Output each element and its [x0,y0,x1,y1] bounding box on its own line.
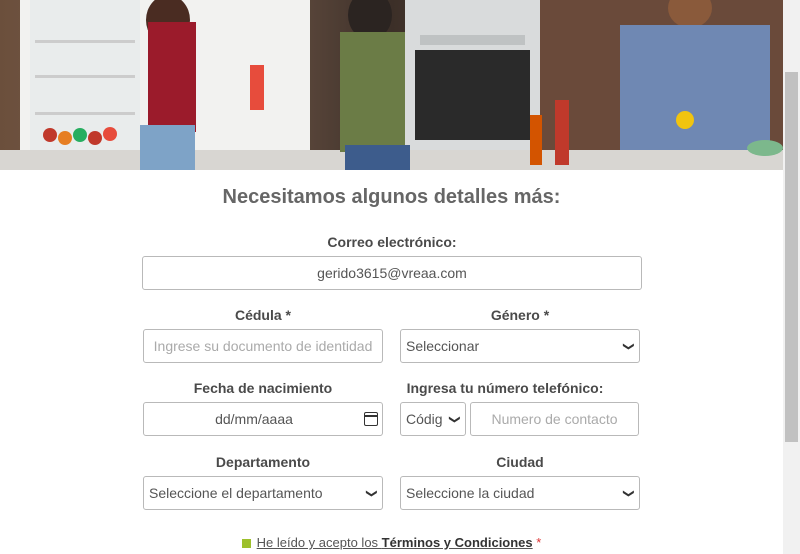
genero-select[interactable]: Seleccionar ❯ [400,329,640,363]
ciudad-select[interactable]: Seleccione la ciudad ❯ [400,476,640,510]
hero-banner-image [0,0,783,170]
cedula-placeholder: Ingrese su documento de identidad [153,338,373,354]
details-form: Necesitamos algunos detalles más: Correo… [0,170,783,554]
cedula-label: Cédula * [234,307,291,323]
genero-label: Género * [490,307,550,323]
scrollbar-thumb[interactable] [785,72,798,442]
form-title: Necesitamos algunos detalles más: [222,186,561,208]
email-value: gerido3615@vreaa.com [317,265,467,281]
terms-checkbox[interactable] [241,539,251,549]
country-code-selected: Códig [406,411,443,427]
birthdate-input[interactable]: dd/mm/aaaa [143,402,383,436]
terms-link[interactable]: He leído y acepto los Términos y Condici… [257,535,533,550]
email-field[interactable]: gerido3615@vreaa.com [142,256,642,290]
fecha-label: Fecha de nacimiento [193,380,333,396]
required-star: * [536,535,542,550]
chevron-down-icon: ❯ [622,488,635,498]
departamento-select[interactable]: Seleccione el departamento ❯ [143,476,383,510]
chevron-down-icon: ❯ [448,414,461,424]
ciudad-selected: Seleccione la ciudad [406,485,535,501]
phone-number-input[interactable]: Numero de contacto [470,402,639,436]
calendar-icon[interactable] [364,412,378,426]
ciudad-label: Ciudad [496,454,544,470]
terms-row: He leído y acepto los Términos y Condici… [0,535,783,550]
phone-placeholder: Numero de contacto [491,411,618,427]
page-scrollbar[interactable] [783,0,800,554]
country-code-select[interactable]: Códig ❯ [400,402,466,436]
departamento-label: Departamento [215,454,311,470]
genero-selected: Seleccionar [406,338,480,354]
email-label: Correo electrónico: [327,234,457,250]
birthdate-value: dd/mm/aaaa [215,411,293,427]
telefono-label: Ingresa tu número telefónico: [406,380,604,396]
cedula-input[interactable]: Ingrese su documento de identidad [143,329,383,363]
chevron-down-icon: ❯ [622,341,635,351]
chevron-down-icon: ❯ [365,488,378,498]
departamento-selected: Seleccione el departamento [149,485,323,501]
